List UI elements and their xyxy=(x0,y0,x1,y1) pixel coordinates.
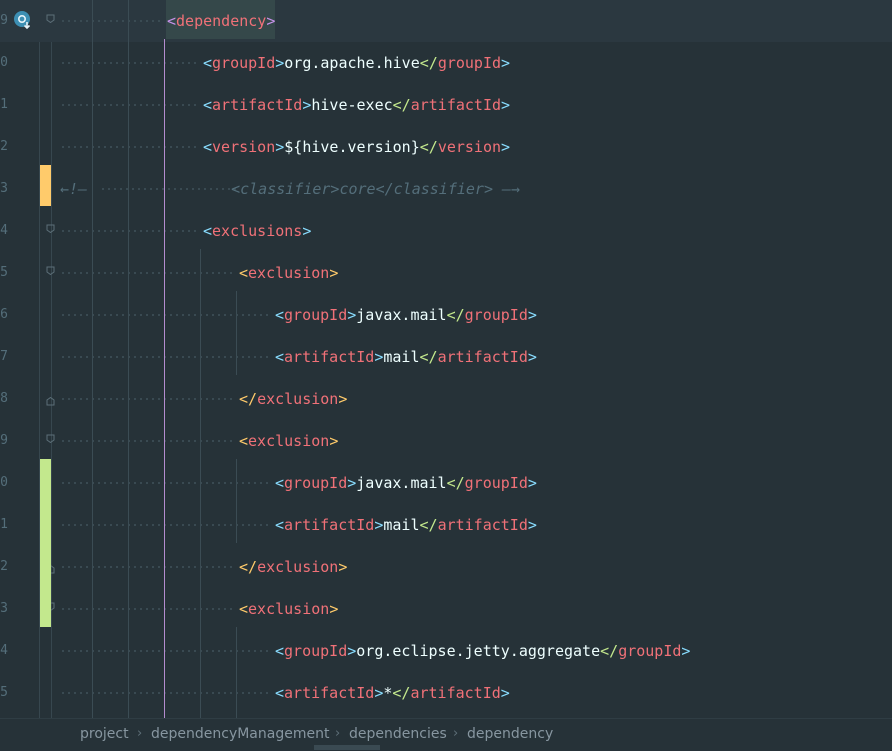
maven-dependency-icon[interactable] xyxy=(12,9,34,31)
code-line[interactable]: 3 <exclusion> xyxy=(0,588,892,630)
code-text: <groupId>javax.mail</groupId> xyxy=(275,474,537,492)
line-number: 5 xyxy=(0,265,8,280)
whitespace-dots xyxy=(60,398,233,400)
code-text: <exclusions> xyxy=(203,222,312,240)
code-text: <artifactId>mail</artifactId> xyxy=(275,516,537,534)
line-number: 2 xyxy=(0,559,8,574)
whitespace-dots xyxy=(60,20,161,22)
active-indent-guide xyxy=(164,39,165,718)
code-text: <groupId>org.apache.hive</groupId> xyxy=(203,54,511,72)
fold-open-icon[interactable] xyxy=(46,224,55,233)
line-number: 9 xyxy=(0,433,8,448)
indent-guide xyxy=(200,249,201,718)
code-text: <groupId>javax.mail</groupId> xyxy=(275,306,537,324)
line-number: 1 xyxy=(0,517,8,532)
code-line[interactable]: 5 <artifactId>*</artifactId> xyxy=(0,672,892,714)
code-text: <dependency> xyxy=(167,12,276,30)
code-text: <exclusion> xyxy=(239,600,339,618)
code-text: ←!— <classifier>core</classifier> —→ xyxy=(60,180,521,198)
line-number: 8 xyxy=(0,391,8,406)
fold-open-icon[interactable] xyxy=(46,14,55,23)
code-text: <groupId>org.eclipse.jetty.aggregate</gr… xyxy=(275,642,691,660)
code-line[interactable]: 8 </exclusion> xyxy=(0,378,892,420)
code-editor[interactable]: 9 <dependency> 0 <groupId>org.apache.hive</… xyxy=(0,0,892,718)
line-number: 3 xyxy=(0,181,8,196)
code-line[interactable]: 5 <exclusion> xyxy=(0,252,892,294)
code-text: </exclusion> xyxy=(239,558,348,576)
vcs-added-marker[interactable] xyxy=(40,459,51,627)
whitespace-dots xyxy=(60,440,233,442)
indent-guide xyxy=(236,627,237,718)
code-line[interactable]: 2 </exclusion> xyxy=(0,546,892,588)
code-line[interactable]: 7 <artifactId>mail</artifactId> xyxy=(0,336,892,378)
indent-guide xyxy=(236,459,237,543)
code-line[interactable]: 9 <dependency> xyxy=(0,0,892,42)
code-line[interactable]: 1 <artifactId>mail</artifactId> xyxy=(0,504,892,546)
code-text: <artifactId>mail</artifactId> xyxy=(275,348,537,366)
indent-guide xyxy=(236,291,237,375)
fold-close-icon[interactable] xyxy=(46,397,55,406)
breadcrumb-item-project[interactable]: project xyxy=(80,719,129,749)
code-line[interactable]: 0 <groupId>javax.mail</groupId> xyxy=(0,462,892,504)
breadcrumb-item-dependency[interactable]: dependency xyxy=(467,719,553,749)
line-number: 3 xyxy=(0,601,8,616)
code-line[interactable]: 4 <exclusions> xyxy=(0,210,892,252)
chevron-right-icon: › xyxy=(453,726,459,741)
code-text: <version>${hive.version}</version> xyxy=(203,138,511,156)
line-number: 4 xyxy=(0,643,8,658)
whitespace-dots xyxy=(60,608,233,610)
indent-guide xyxy=(92,0,93,718)
whitespace-dots xyxy=(60,566,233,568)
breadcrumb: project › dependencyManagement › depende… xyxy=(0,718,892,751)
code-text: <artifactId>hive-exec</artifactId> xyxy=(203,96,511,114)
indent-guide xyxy=(128,0,129,718)
code-line[interactable]: 2 <version>${hive.version}</version> xyxy=(0,126,892,168)
chevron-right-icon: › xyxy=(137,726,143,741)
line-number: 2 xyxy=(0,139,8,154)
code-line[interactable]: 3 ←!— <classifier>core</classifier> —→ xyxy=(0,168,892,210)
code-text: <exclusion> xyxy=(239,264,339,282)
line-number: 4 xyxy=(0,223,8,238)
breadcrumb-item-dependency-management[interactable]: dependencyManagement xyxy=(151,719,329,749)
code-text: </exclusion> xyxy=(239,390,348,408)
code-line[interactable]: 0 <groupId>org.apache.hive</groupId> xyxy=(0,42,892,84)
line-number: 7 xyxy=(0,349,8,364)
line-number: 9 xyxy=(0,13,8,28)
line-number: 0 xyxy=(0,475,8,490)
line-number: 6 xyxy=(0,307,8,322)
code-line[interactable]: 9 <exclusion> xyxy=(0,420,892,462)
fold-open-icon[interactable] xyxy=(46,266,55,275)
code-line[interactable]: 4 <groupId>org.eclipse.jetty.aggregate</g… xyxy=(0,630,892,672)
code-text: <exclusion> xyxy=(239,432,339,450)
code-line[interactable]: 6 <groupId>javax.mail</groupId> xyxy=(0,294,892,336)
whitespace-dots xyxy=(60,272,233,274)
line-number: 0 xyxy=(0,55,8,70)
line-number: 1 xyxy=(0,97,8,112)
fold-open-icon[interactable] xyxy=(46,434,55,443)
code-line[interactable]: 1 <artifactId>hive-exec</artifactId> xyxy=(0,84,892,126)
line-number: 5 xyxy=(0,685,8,700)
vcs-modified-marker[interactable] xyxy=(40,165,51,206)
horizontal-scrollbar-thumb[interactable] xyxy=(314,745,380,750)
code-text: <artifactId>*</artifactId> xyxy=(275,684,510,702)
